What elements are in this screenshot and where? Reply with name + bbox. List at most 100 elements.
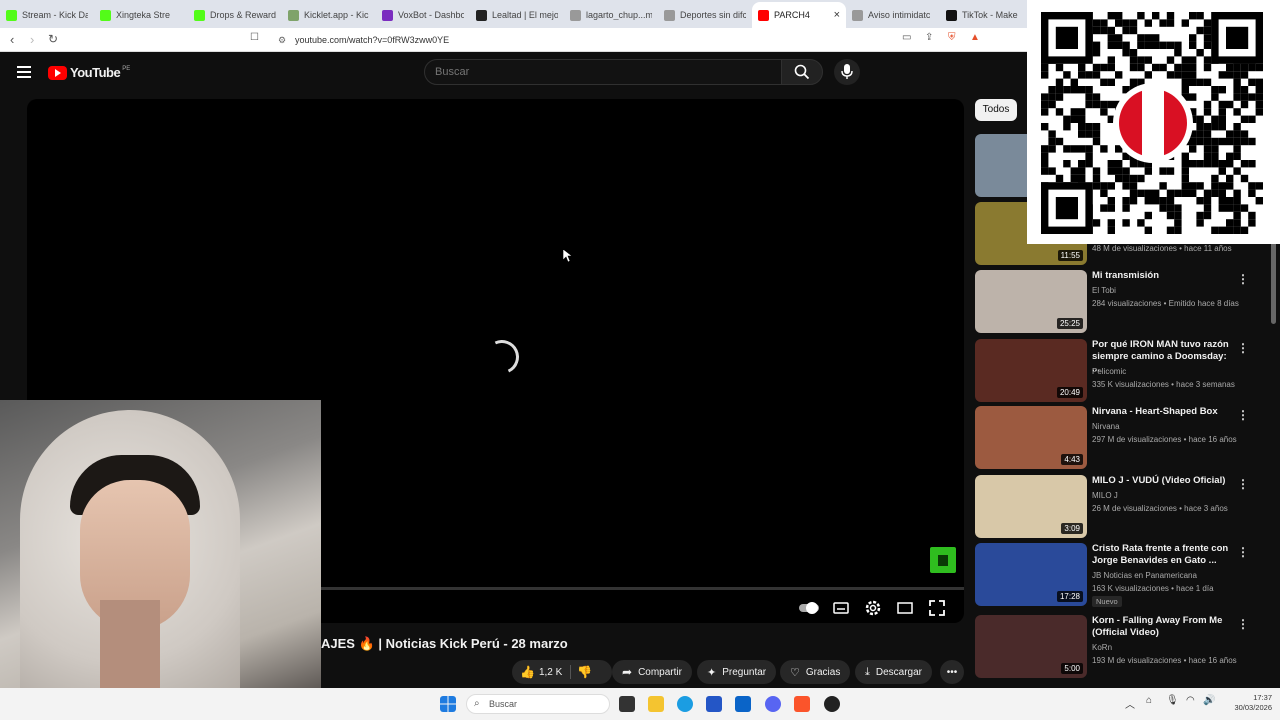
search-icon: [794, 64, 810, 80]
video-title[interactable]: Korn - Falling Away From Me (Official Vi…: [1092, 615, 1237, 639]
channel-name[interactable]: El Tobi: [1092, 286, 1116, 295]
url-text: youtube.com/watch?v=0fRW3zww0YE: [295, 35, 450, 45]
more-options-icon[interactable]: ⋮: [1237, 617, 1249, 631]
outlook-icon[interactable]: [735, 696, 751, 712]
duration-badge: 11:55: [1057, 250, 1083, 261]
browser-tab[interactable]: TikTok - Make: [940, 2, 1034, 28]
more-options-icon[interactable]: ⋮: [1237, 341, 1249, 355]
video-thumbnail[interactable]: 20:49: [975, 339, 1087, 402]
video-title[interactable]: Cristo Rata frente a frente con Jorge Be…: [1092, 543, 1237, 567]
reload-button[interactable]: ↻: [48, 32, 58, 46]
recommended-video[interactable]: 20:49 Por qué IRON MAN tuvo razón siempre…: [975, 339, 1275, 405]
taskbar-search-label: Buscar: [489, 699, 518, 709]
more-options-icon[interactable]: ⋮: [1237, 408, 1249, 422]
tab-favicon-icon: [382, 9, 393, 21]
video-title[interactable]: Mi transmisión: [1092, 270, 1237, 282]
thanks-button[interactable]: ♡ Gracias: [780, 660, 851, 684]
discord-icon[interactable]: [765, 696, 781, 712]
browser-tab[interactable]: Aviso intimidatc: [846, 2, 940, 28]
recommended-video[interactable]: 25:25 Mi transmisión El Tobi 284 visualizac…: [975, 270, 1275, 336]
install-icon[interactable]: ▭: [902, 32, 911, 43]
chevron-up-icon[interactable]: ︿: [1125, 696, 1135, 711]
thumbs-up-icon: 👍: [520, 665, 535, 679]
bookmark-icon[interactable]: ☐: [250, 32, 259, 43]
brave-shield-icon[interactable]: ⛨: [948, 32, 956, 43]
theater-mode-icon[interactable]: [896, 599, 914, 617]
download-button[interactable]: ⤓ Descargar: [855, 660, 933, 684]
thanks-icon: ♡: [790, 666, 800, 679]
share-button[interactable]: ➦ Compartir: [612, 660, 692, 684]
chip-all[interactable]: Todos: [975, 99, 1017, 121]
channel-name[interactable]: Pelicomic: [1092, 367, 1126, 376]
ask-button[interactable]: ✦ Preguntar: [697, 660, 777, 684]
more-options-icon[interactable]: ⋮: [1237, 477, 1249, 491]
wifi-icon[interactable]: ◠: [1186, 695, 1195, 706]
brave-rewards-icon[interactable]: ▲: [970, 32, 980, 43]
video-thumbnail[interactable]: 17:28: [975, 543, 1087, 606]
tab-favicon-icon: [664, 9, 675, 21]
obs-icon[interactable]: [824, 696, 840, 712]
video-meta: 163 K visualizaciones • hace 1 día: [1092, 584, 1214, 593]
search-input[interactable]: [424, 59, 782, 85]
channel-name[interactable]: KoRn: [1092, 643, 1112, 652]
scrollbar[interactable]: [1271, 240, 1276, 324]
task-view-icon[interactable]: [619, 696, 635, 712]
browser-tab[interactable]: Deportes sin difc: [658, 2, 752, 28]
clock[interactable]: 17:37 30/03/2026: [1222, 693, 1272, 713]
microphone-tray-icon[interactable]: 🎙: [1166, 695, 1179, 706]
browser-tab[interactable]: Kicklet.app - Kic: [282, 2, 376, 28]
youtube-logo[interactable]: YouTube PE: [48, 65, 130, 80]
store-icon[interactable]: [706, 696, 722, 712]
channel-name[interactable]: MILO J: [1092, 491, 1118, 500]
voice-search-button[interactable]: [834, 59, 860, 85]
tab-label: Kicklet.app - Kic: [304, 10, 369, 20]
subtitles-icon[interactable]: [832, 599, 850, 617]
tab-label: TikTok - Make: [962, 10, 1018, 20]
browser-tab[interactable]: Drops & Reward: [188, 2, 282, 28]
recommended-video[interactable]: 4:43 Nirvana - Heart-Shaped Box Nirvana 297…: [975, 406, 1275, 472]
tab-favicon-icon: [6, 9, 17, 21]
fullscreen-icon[interactable]: [928, 599, 946, 617]
tab-favicon-icon: [476, 9, 487, 21]
browser-tab[interactable]: PARCH4 ×: [752, 2, 846, 28]
address-bar[interactable]: ⚙ youtube.com/watch?v=0fRW3zww0YE: [270, 31, 990, 49]
forward-button[interactable]: ›: [30, 32, 34, 47]
recommended-video[interactable]: 3:09 MILO J - VUDÚ (Video Oficial) MILO J 2…: [975, 475, 1275, 541]
taskbar-search[interactable]: ⌕ Buscar: [466, 694, 610, 714]
network-icon[interactable]: ⌂: [1146, 695, 1152, 706]
close-tab-icon[interactable]: ×: [834, 9, 840, 21]
recommended-video[interactable]: 17:28 Cristo Rata frente a frente con Jor…: [975, 543, 1275, 609]
settings-icon[interactable]: [864, 599, 882, 617]
like-button[interactable]: 👍 1,2 K: [520, 665, 562, 679]
edge-icon[interactable]: [677, 696, 693, 712]
brave-icon[interactable]: [794, 696, 810, 712]
volume-icon[interactable]: 🔊: [1203, 695, 1215, 706]
browser-tab[interactable]: Xingteka Stre: [94, 2, 188, 28]
windows-start-icon[interactable]: [440, 696, 456, 712]
more-options-icon[interactable]: ⋮: [1237, 545, 1249, 559]
search-button[interactable]: [781, 59, 823, 85]
video-thumbnail[interactable]: 3:09: [975, 475, 1087, 538]
divider: [570, 665, 572, 679]
thumbs-down-icon[interactable]: 👎: [577, 665, 592, 679]
video-thumbnail[interactable]: 25:25: [975, 270, 1087, 333]
recommended-video[interactable]: 5:00 Korn - Falling Away From Me (Officia…: [975, 615, 1275, 681]
back-button[interactable]: ‹: [10, 32, 14, 47]
more-actions-button[interactable]: •••: [940, 660, 964, 684]
browser-tab[interactable]: Lealtad | El mejo: [470, 2, 564, 28]
video-thumbnail[interactable]: 5:00: [975, 615, 1087, 678]
video-title[interactable]: MILO J - VUDÚ (Video Oficial): [1092, 475, 1237, 487]
menu-icon[interactable]: [17, 66, 31, 78]
channel-name[interactable]: Nirvana: [1092, 422, 1120, 431]
autoplay-toggle-icon[interactable]: [798, 599, 820, 617]
more-options-icon[interactable]: ⋮: [1237, 272, 1249, 286]
file-explorer-icon[interactable]: [648, 696, 664, 712]
channel-name[interactable]: JB Noticias en Panamericana: [1092, 571, 1197, 580]
browser-tab[interactable]: VoxBot - Dashbo: [376, 2, 470, 28]
browser-tab[interactable]: Stream - Kick Da: [0, 2, 94, 28]
video-title[interactable]: Nirvana - Heart-Shaped Box: [1092, 406, 1237, 418]
site-info-icon[interactable]: ⚙: [278, 31, 286, 49]
video-thumbnail[interactable]: 4:43: [975, 406, 1087, 469]
share-page-icon[interactable]: ⇪: [925, 32, 933, 43]
browser-tab[interactable]: lagarto_chup...m: [564, 2, 658, 28]
